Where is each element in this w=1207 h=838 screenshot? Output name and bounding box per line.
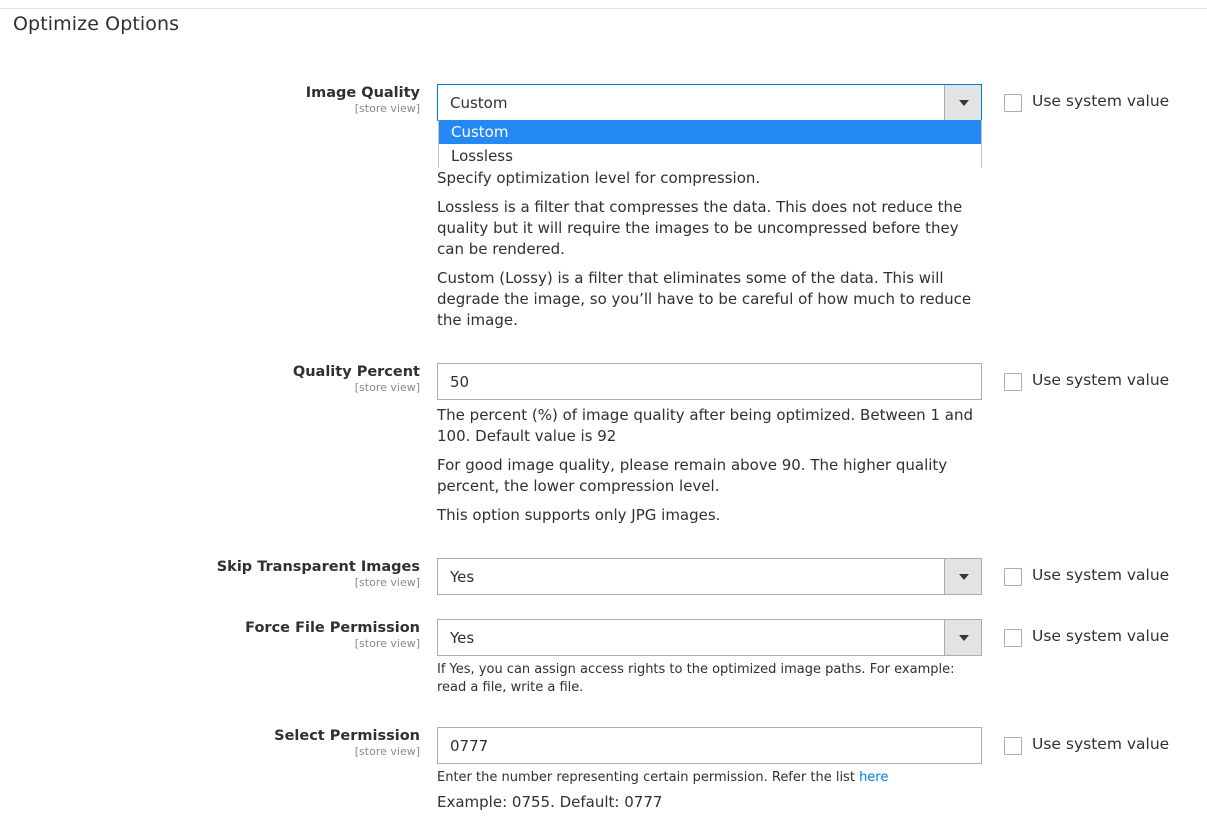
image-quality-note: Custom (Lossy) is a filter that eliminat… bbox=[437, 269, 972, 329]
use-system-label: Use system value bbox=[1032, 627, 1170, 645]
skip-transparent-value: Yes bbox=[450, 568, 475, 586]
quality-percent-scope: [store view] bbox=[354, 381, 420, 394]
quality-percent-value: 50 bbox=[450, 373, 470, 391]
use-system-checkbox[interactable] bbox=[1004, 94, 1022, 112]
permission-list-link[interactable]: here bbox=[859, 770, 888, 785]
force-permission-dropdown-toggle[interactable] bbox=[944, 620, 981, 655]
select-permission-note: Enter the number representing certain pe… bbox=[437, 769, 987, 787]
quality-percent-input[interactable]: 50 bbox=[437, 363, 982, 400]
quality-percent-note: For good image quality, please remain ab… bbox=[437, 456, 948, 495]
force-permission-label: Force File Permission bbox=[245, 620, 420, 636]
force-permission-scope: [store view] bbox=[354, 637, 420, 650]
image-quality-value: Custom bbox=[450, 94, 508, 112]
chevron-down-icon bbox=[959, 574, 969, 580]
quality-percent-notes: The percent (%) of image quality after b… bbox=[437, 405, 987, 534]
skip-transparent-scope: [store view] bbox=[354, 576, 420, 589]
image-quality-label: Image Quality bbox=[305, 85, 420, 101]
quality-percent-note: This option supports only JPG images. bbox=[437, 506, 721, 524]
use-system-label: Use system value bbox=[1032, 566, 1170, 584]
use-system-checkbox[interactable] bbox=[1004, 737, 1022, 755]
force-permission-value: Yes bbox=[450, 629, 475, 647]
select-permission-value: 0777 bbox=[450, 737, 489, 755]
use-system-checkbox[interactable] bbox=[1004, 568, 1022, 586]
option-custom[interactable]: Custom bbox=[439, 120, 981, 144]
image-quality-options-list: Custom Lossless bbox=[438, 120, 982, 168]
section-title: Optimize Options bbox=[13, 13, 180, 35]
force-permission-select[interactable]: Yes bbox=[437, 619, 982, 656]
option-lossless[interactable]: Lossless bbox=[439, 144, 981, 168]
image-quality-label-group: Image Quality [store view] bbox=[306, 85, 420, 115]
quality-percent-label-group: Quality Percent [store view] bbox=[293, 364, 420, 394]
top-divider bbox=[0, 8, 1207, 9]
use-system-label: Use system value bbox=[1032, 92, 1170, 110]
chevron-down-icon bbox=[959, 100, 969, 106]
select-permission-scope: [store view] bbox=[354, 745, 420, 758]
skip-transparent-dropdown-toggle[interactable] bbox=[944, 559, 981, 594]
use-system-checkbox[interactable] bbox=[1004, 629, 1022, 647]
skip-transparent-label-group: Skip Transparent Images [store view] bbox=[217, 559, 420, 589]
image-quality-scope: [store view] bbox=[354, 102, 420, 115]
use-system-label: Use system value bbox=[1032, 371, 1170, 389]
use-system-checkbox[interactable] bbox=[1004, 373, 1022, 391]
quality-percent-label: Quality Percent bbox=[292, 364, 420, 380]
use-system-label: Use system value bbox=[1032, 735, 1170, 753]
select-permission-note-text: Enter the number representing certain pe… bbox=[437, 770, 860, 785]
image-quality-notes: Specify optimization level for compressi… bbox=[437, 168, 987, 339]
skip-transparent-label: Skip Transparent Images bbox=[216, 559, 420, 575]
image-quality-note: Specify optimization level for compressi… bbox=[437, 169, 761, 187]
image-quality-dropdown-toggle[interactable] bbox=[944, 85, 981, 120]
image-quality-select[interactable]: Custom bbox=[437, 84, 982, 121]
select-permission-example: Example: 0755. Default: 0777 bbox=[437, 793, 663, 811]
quality-percent-note: The percent (%) of image quality after b… bbox=[437, 406, 973, 445]
image-quality-note: Lossless is a filter that compresses the… bbox=[437, 198, 963, 258]
select-permission-input[interactable]: 0777 bbox=[437, 727, 982, 764]
force-permission-note: If Yes, you can assign access rights to … bbox=[437, 662, 955, 695]
chevron-down-icon bbox=[959, 635, 969, 641]
select-permission-label-group: Select Permission [store view] bbox=[274, 728, 420, 758]
skip-transparent-select[interactable]: Yes bbox=[437, 558, 982, 595]
force-permission-label-group: Force File Permission [store view] bbox=[245, 620, 420, 650]
select-permission-label: Select Permission bbox=[274, 728, 420, 744]
